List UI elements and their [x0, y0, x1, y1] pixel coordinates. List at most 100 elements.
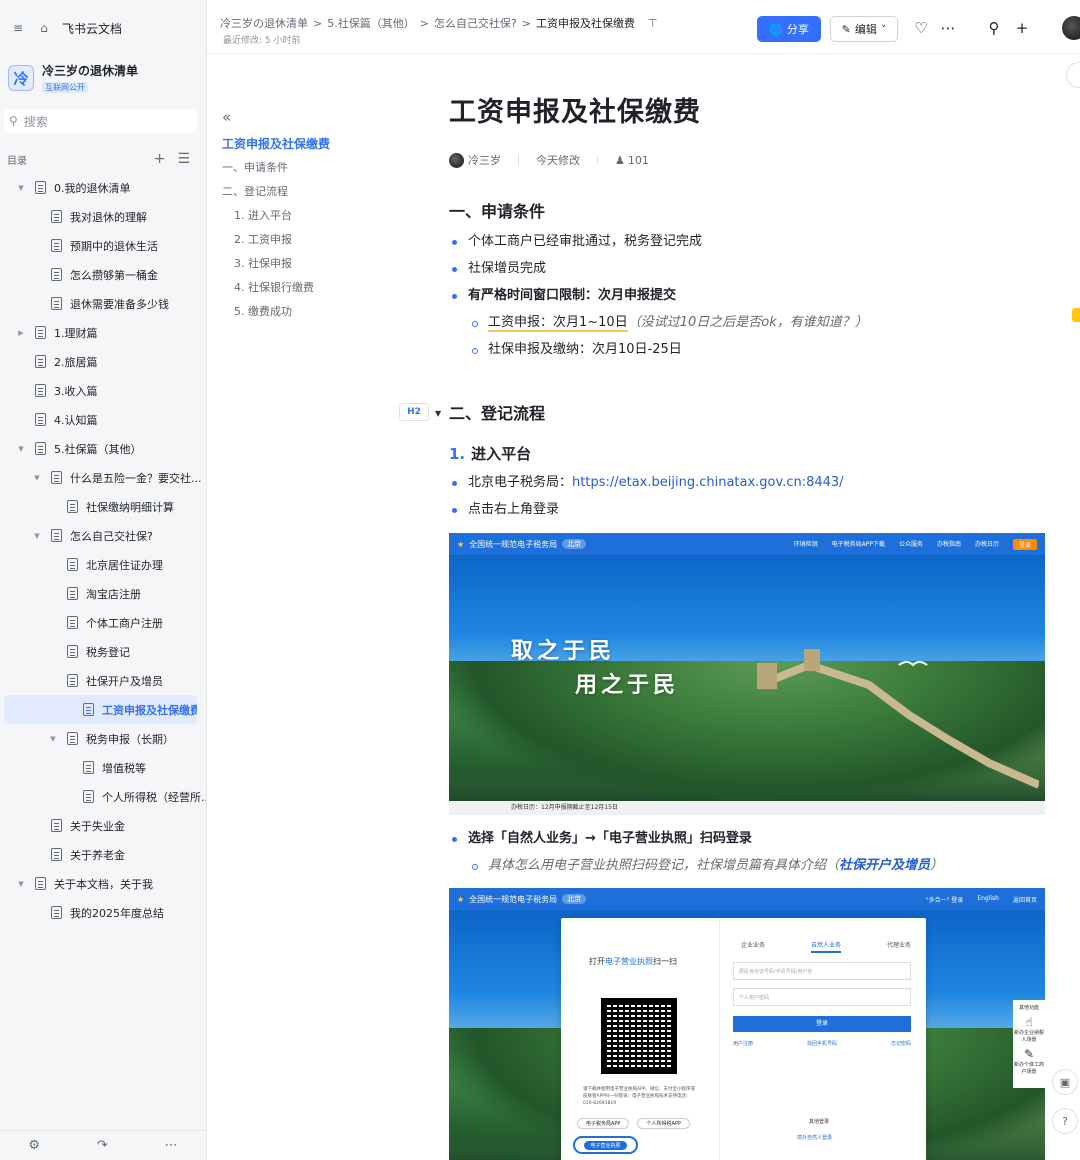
note-text: 具体怎么用电子营业执照扫码登记，社保增员篇有具体介绍（: [488, 858, 840, 873]
floating-toggle[interactable]: [1066, 62, 1080, 88]
list-item[interactable]: 点击右上角登录: [449, 496, 1049, 523]
list-item[interactable]: 北京电子税务局：https://etax.beijing.chinatax.go…: [449, 469, 1049, 496]
tree-item[interactable]: ▼ 5.社保篇（其他）: [0, 434, 206, 463]
tree-item[interactable]: ▼ 什么是五险一金？要交社...: [0, 463, 206, 492]
caret-down-icon[interactable]: ▼: [49, 735, 57, 743]
document-icon: [35, 355, 46, 368]
edit-label: 编辑: [854, 23, 877, 36]
screenshot-etax-home[interactable]: ★ 全国统一规范电子税务局 北京 环境检测 电子税务局APP下载 公众服务 办税…: [449, 533, 1045, 815]
collapse-outline-icon[interactable]: «: [222, 108, 236, 126]
tree-item[interactable]: 关于失业金: [0, 811, 206, 840]
caret-right-icon[interactable]: ▶: [17, 329, 25, 337]
tree-item[interactable]: 关于养老金: [0, 840, 206, 869]
add-icon[interactable]: +: [154, 151, 166, 167]
tree-item[interactable]: 预期中的退休生活: [0, 231, 206, 260]
doc-mention-link[interactable]: 社保开户及增员: [839, 858, 930, 873]
settings-icon[interactable]: ⚙: [28, 1138, 40, 1153]
breadcrumb-item[interactable]: 怎么自己交社保?: [434, 15, 517, 31]
document-icon: [51, 529, 62, 542]
screenshot-etax-login[interactable]: ★ 全国统一规范电子税务局 北京 "多合一" 登录 English 返回首页 打…: [449, 888, 1045, 1160]
app-brand[interactable]: 飞书云文档: [62, 20, 122, 37]
heading-level-marker[interactable]: H2: [399, 403, 429, 421]
document-icon: [35, 384, 46, 397]
tree-item-label: 退休需要准备多少钱: [70, 297, 169, 311]
outline-item[interactable]: 二、登记流程: [222, 180, 392, 204]
tree-item[interactable]: 个体工商户注册: [0, 608, 206, 637]
tree-item[interactable]: ▼ 税务申报（长期）: [0, 724, 206, 753]
breadcrumb-item[interactable]: 5.社保篇（其他）: [327, 15, 415, 31]
caret-down-icon[interactable]: ▼: [33, 474, 41, 482]
share-out-icon[interactable]: ↷: [97, 1138, 108, 1153]
sub-list-item[interactable]: 工资申报：次月1~10日（没试过10日之后是否ok，有谁知道？）: [449, 309, 1049, 336]
tree-item[interactable]: 3.收入篇: [0, 376, 206, 405]
avatar[interactable]: [1062, 16, 1080, 40]
tree-item[interactable]: 增值税等: [0, 753, 206, 782]
outline-item[interactable]: 一、申请条件: [222, 156, 392, 180]
section-heading-2[interactable]: H2 ▼ 二、登记流程: [399, 403, 1049, 425]
outline-item[interactable]: 1. 进入平台: [222, 204, 392, 228]
tree-item[interactable]: 北京居住证办理: [0, 550, 206, 579]
home-icon[interactable]: ⌂: [36, 20, 52, 36]
caret-down-icon[interactable]: ▼: [33, 532, 41, 540]
tree-item[interactable]: 4.认知篇: [0, 405, 206, 434]
etax-nav: 办税指南: [936, 540, 961, 548]
author-name[interactable]: 冷三岁: [468, 152, 501, 168]
list-item[interactable]: 个体工商户已经审批通过，税务登记完成: [449, 228, 1049, 255]
caret-down-icon[interactable]: ▼: [17, 880, 25, 888]
collapse-sidebar-icon[interactable]: ≡: [10, 20, 26, 36]
tree-item[interactable]: 社保缴纳明细计算: [0, 492, 206, 521]
tree-item-active[interactable]: 工资申报及社保缴费: [4, 695, 197, 724]
tree-item[interactable]: ▼ 0.我的退休清单: [0, 173, 206, 202]
outline-item[interactable]: 3. 社保申报: [222, 252, 392, 276]
share-button[interactable]: 🌐 分享: [757, 16, 821, 42]
breadcrumb-item[interactable]: 冷三岁の退休清单: [220, 15, 308, 31]
tree-item[interactable]: 退休需要准备多少钱: [0, 289, 206, 318]
list-item[interactable]: 社保增员完成: [449, 255, 1049, 282]
edit-button[interactable]: ✎ 编辑 ˅: [830, 16, 898, 42]
search-icon[interactable]: ⚲: [985, 19, 1003, 37]
tree-item[interactable]: 我的2025年度总结: [0, 898, 206, 927]
bell-icon[interactable]: ♡: [912, 19, 930, 37]
tree-item[interactable]: 税务登记: [0, 637, 206, 666]
outline-item[interactable]: 5. 缴费成功: [222, 300, 392, 324]
list-item-text: 北京电子税务局：: [468, 475, 573, 490]
search-input[interactable]: ⚲ 搜索: [4, 109, 197, 133]
tree-item[interactable]: 社保开户及增员: [0, 666, 206, 695]
tree-item[interactable]: 个人所得税（经营所...: [0, 782, 206, 811]
tree-item[interactable]: 2.旅居篇: [0, 347, 206, 376]
space-header[interactable]: 冷 冷三岁の退休清单 互联网公开: [0, 58, 206, 98]
tree-item[interactable]: ▼ 怎么自己交社保?: [0, 521, 206, 550]
sub-list-item[interactable]: 社保申报及缴纳：次月10日-25日: [449, 336, 1049, 363]
tree-item[interactable]: ▶ 1.理财篇: [0, 318, 206, 347]
login-tab: 代理业务: [886, 942, 911, 949]
list-item[interactable]: 选择「自然人业务」→「电子营业执照」扫码登录: [449, 825, 1049, 852]
outline-item[interactable]: 2. 工资申报: [222, 228, 392, 252]
caret-down-icon[interactable]: ▼: [17, 184, 25, 192]
tree-item[interactable]: ▼ 关于本文档，关于我: [0, 869, 206, 898]
more-icon[interactable]: ⋯: [939, 19, 957, 37]
tree-item[interactable]: 淘宝店注册: [0, 579, 206, 608]
doc-info-icon[interactable]: ▣: [1052, 1069, 1078, 1095]
drag-handle-icon[interactable]: ▼: [435, 403, 441, 425]
tree-item[interactable]: 怎么攒够第一桶金: [0, 260, 206, 289]
caret-down-icon[interactable]: ▼: [17, 445, 25, 453]
subsection-heading[interactable]: 1. 进入平台: [449, 443, 1049, 465]
tree-item-label: 个体工商户注册: [86, 616, 163, 630]
list-settings-icon[interactable]: ☰: [177, 151, 190, 167]
list-item[interactable]: 有严格时间窗口限制：次月申报提交: [449, 282, 1049, 309]
page-title[interactable]: 工资申报及社保缴费: [449, 90, 1049, 129]
sub-list-item[interactable]: 具体怎么用电子营业执照扫码登记，社保增员篇有具体介绍（社保开户及增员）: [449, 852, 1049, 879]
space-name: 冷三岁の退休清单: [42, 64, 139, 78]
outline-item[interactable]: 4. 社保银行缴费: [222, 276, 392, 300]
more-icon[interactable]: ⋯: [165, 1138, 178, 1153]
tree-item[interactable]: 我对退休的理解: [0, 202, 206, 231]
help-icon[interactable]: ?: [1052, 1108, 1078, 1134]
add-icon[interactable]: +: [1013, 19, 1031, 37]
etax-link[interactable]: https://etax.beijing.chinatax.gov.cn:844…: [572, 475, 844, 490]
section-heading[interactable]: 一、申请条件: [449, 201, 1049, 223]
doc-tree: ▼ 0.我的退休清单 我对退休的理解 预期中的退休生活 怎么攒够第一桶金退休需要准备多少…: [0, 173, 206, 927]
author-avatar[interactable]: [449, 152, 464, 168]
comment-marker-icon[interactable]: [1072, 308, 1080, 322]
pin-icon[interactable]: ⊤: [648, 17, 658, 30]
outline-item-active[interactable]: 工资申报及社保缴费: [222, 132, 392, 156]
